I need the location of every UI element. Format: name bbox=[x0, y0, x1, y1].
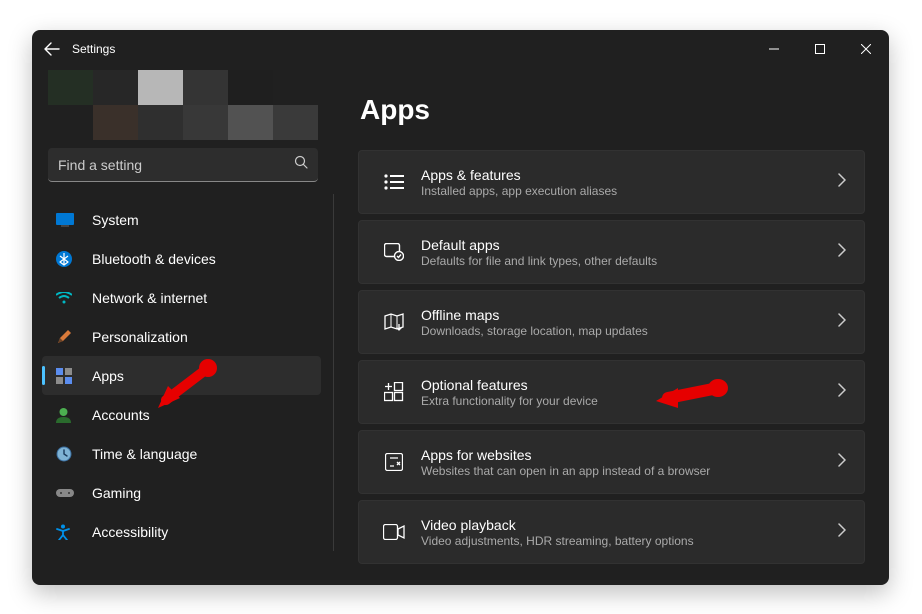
back-button[interactable] bbox=[32, 30, 72, 68]
chevron-right-icon bbox=[838, 453, 846, 472]
card-title: Default apps bbox=[421, 237, 838, 253]
card-apps-and-features[interactable]: Apps & features Installed apps, app exec… bbox=[358, 150, 865, 214]
sidebar-item-time-language[interactable]: Time & language bbox=[42, 434, 321, 473]
card-subtitle: Defaults for file and link types, other … bbox=[421, 254, 838, 268]
card-apps-for-websites[interactable]: Apps for websites Websites that can open… bbox=[358, 430, 865, 494]
window-title: Settings bbox=[72, 42, 751, 56]
sidebar-item-label: Time & language bbox=[92, 446, 197, 462]
gaming-icon bbox=[56, 487, 80, 499]
card-offline-maps[interactable]: Offline maps Downloads, storage location… bbox=[358, 290, 865, 354]
person-icon bbox=[56, 407, 80, 423]
card-title: Apps for websites bbox=[421, 447, 838, 463]
sidebar-item-accessibility[interactable]: Accessibility bbox=[42, 512, 321, 551]
default-apps-icon bbox=[377, 243, 411, 261]
maximize-icon bbox=[815, 44, 825, 54]
card-title: Video playback bbox=[421, 517, 838, 533]
accessibility-icon bbox=[56, 524, 80, 540]
video-icon bbox=[377, 524, 411, 540]
card-subtitle: Video adjustments, HDR streaming, batter… bbox=[421, 534, 838, 548]
sidebar-item-label: Accounts bbox=[92, 407, 150, 423]
sidebar-item-gaming[interactable]: Gaming bbox=[42, 473, 321, 512]
card-subtitle: Installed apps, app execution aliases bbox=[421, 184, 838, 198]
chevron-right-icon bbox=[838, 313, 846, 332]
card-default-apps[interactable]: Default apps Defaults for file and link … bbox=[358, 220, 865, 284]
minimize-button[interactable] bbox=[751, 30, 797, 68]
system-icon bbox=[56, 213, 80, 227]
card-title: Optional features bbox=[421, 377, 838, 393]
search-input[interactable] bbox=[58, 157, 294, 173]
chevron-right-icon bbox=[838, 523, 846, 542]
chevron-right-icon bbox=[838, 383, 846, 402]
sidebar-nav: System Bluetooth & devices Network & int… bbox=[42, 194, 334, 551]
card-subtitle: Extra functionality for your device bbox=[421, 394, 838, 408]
page-title: Apps bbox=[360, 94, 865, 126]
sidebar-item-label: Personalization bbox=[92, 329, 188, 345]
apps-for-websites-icon bbox=[377, 453, 411, 471]
optional-features-icon bbox=[377, 382, 411, 402]
account-area[interactable] bbox=[48, 70, 318, 140]
paintbrush-icon bbox=[56, 329, 80, 345]
sidebar-item-bluetooth[interactable]: Bluetooth & devices bbox=[42, 239, 321, 278]
card-optional-features[interactable]: Optional features Extra functionality fo… bbox=[358, 360, 865, 424]
sidebar-item-apps[interactable]: Apps bbox=[42, 356, 321, 395]
titlebar: Settings bbox=[32, 30, 889, 68]
sidebar-item-label: Gaming bbox=[92, 485, 141, 501]
clock-icon bbox=[56, 446, 80, 462]
card-title: Offline maps bbox=[421, 307, 838, 323]
window-body: System Bluetooth & devices Network & int… bbox=[32, 68, 889, 585]
sidebar-item-accounts[interactable]: Accounts bbox=[42, 395, 321, 434]
sidebar-item-label: Accessibility bbox=[92, 524, 168, 540]
apps-icon bbox=[56, 368, 80, 384]
card-subtitle: Websites that can open in an app instead… bbox=[421, 464, 838, 478]
sidebar-item-label: Network & internet bbox=[92, 290, 207, 306]
wifi-icon bbox=[56, 292, 80, 304]
close-button[interactable] bbox=[843, 30, 889, 68]
list-icon bbox=[377, 174, 411, 190]
bluetooth-icon bbox=[56, 251, 80, 267]
content-area: Apps Apps & features Installed apps, app… bbox=[334, 68, 889, 585]
maximize-button[interactable] bbox=[797, 30, 843, 68]
chevron-right-icon bbox=[838, 173, 846, 192]
settings-window: Settings bbox=[32, 30, 889, 585]
card-subtitle: Downloads, storage location, map updates bbox=[421, 324, 838, 338]
search-box[interactable] bbox=[48, 148, 318, 182]
sidebar-item-personalization[interactable]: Personalization bbox=[42, 317, 321, 356]
sidebar: System Bluetooth & devices Network & int… bbox=[32, 68, 334, 585]
card-video-playback[interactable]: Video playback Video adjustments, HDR st… bbox=[358, 500, 865, 564]
search-icon bbox=[294, 155, 308, 174]
back-arrow-icon bbox=[44, 41, 60, 57]
sidebar-item-label: Apps bbox=[92, 368, 124, 384]
sidebar-item-label: System bbox=[92, 212, 139, 228]
sidebar-item-network[interactable]: Network & internet bbox=[42, 278, 321, 317]
account-redacted-icon bbox=[48, 70, 318, 140]
minimize-icon bbox=[769, 44, 779, 54]
map-icon bbox=[377, 313, 411, 331]
window-controls bbox=[751, 30, 889, 68]
close-icon bbox=[861, 44, 871, 54]
chevron-right-icon bbox=[838, 243, 846, 262]
sidebar-item-label: Bluetooth & devices bbox=[92, 251, 216, 267]
card-title: Apps & features bbox=[421, 167, 838, 183]
sidebar-item-system[interactable]: System bbox=[42, 200, 321, 239]
